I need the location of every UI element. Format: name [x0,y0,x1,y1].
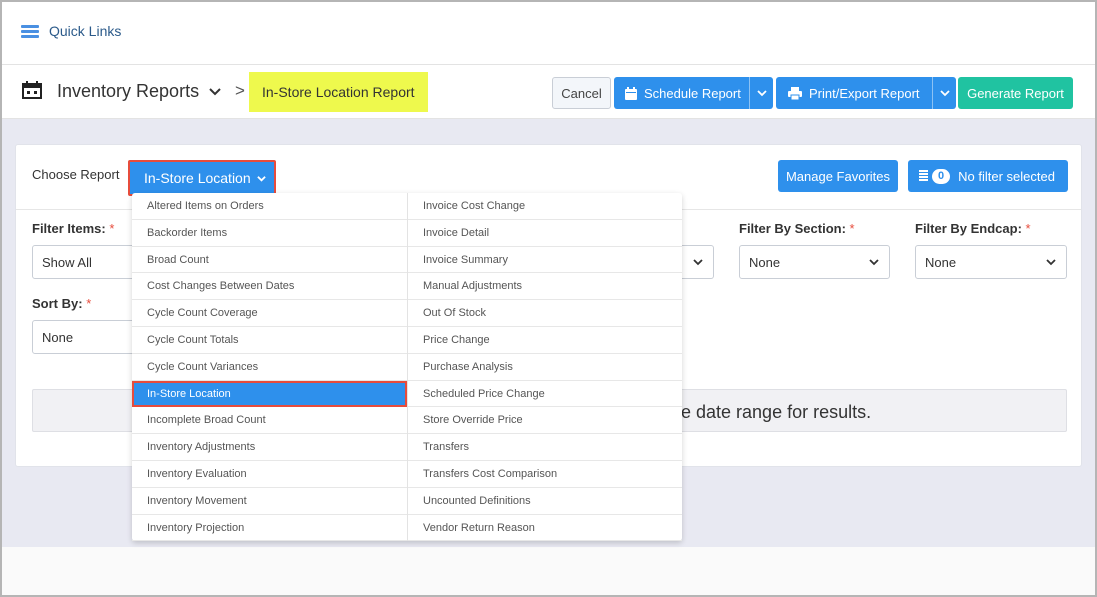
filter-count-badge: 0 [932,168,951,184]
report-header: Inventory Reports > In-Store Location Re… [2,65,1095,119]
filter-items-select[interactable]: Show All [32,245,142,279]
dropdown-column-right: Invoice Cost Change Invoice Detail Invoice… [407,193,682,542]
chevron-down-icon [756,90,767,97]
dropdown-item[interactable]: Transfers [408,434,682,461]
calendar-icon [625,86,637,100]
dropdown-item[interactable]: Cycle Count Variances [132,354,407,381]
chevron-down-icon [869,259,879,266]
quick-links-bar: Quick Links [2,2,1095,65]
dropdown-item[interactable]: Inventory Adjustments [132,434,407,461]
dropdown-item[interactable]: Vendor Return Reason [408,515,682,542]
app-frame: Quick Links Inventory Reports > In-Store… [0,0,1097,597]
choose-report-label: Choose Report [32,167,120,182]
dropdown-item[interactable]: Invoice Detail [408,220,682,247]
dropdown-item[interactable]: Incomplete Broad Count [132,407,407,435]
generate-report-button[interactable]: Generate Report [958,77,1073,109]
filter-list-icon [919,170,928,181]
filter-endcap-select[interactable]: None [915,245,1067,279]
chevron-down-icon [693,259,703,266]
filter-items-label: Filter Items: * [32,221,115,236]
dropdown-item[interactable]: Broad Count [132,247,407,274]
dropdown-item[interactable]: Cycle Count Totals [132,327,407,354]
sort-by-label: Sort By: * [32,296,92,311]
dropdown-item[interactable]: Invoice Cost Change [408,193,682,220]
dropdown-item[interactable]: Altered Items on Orders [132,193,407,220]
current-report-title: In-Store Location Report [249,72,428,112]
filter-section-label: Filter By Section: * [739,221,855,236]
dropdown-column-left: Altered Items on Orders Backorder Items Br… [132,193,407,542]
chevron-down-icon [1046,259,1056,266]
dropdown-item[interactable]: Out Of Stock [408,300,682,327]
dropdown-item[interactable]: Scheduled Price Change [408,381,682,408]
dropdown-item[interactable]: Transfers Cost Comparison [408,461,682,488]
hamburger-icon[interactable] [21,25,39,39]
dropdown-item[interactable]: Store Override Price [408,407,682,435]
cancel-button[interactable]: Cancel [552,77,611,109]
filter-selection-button[interactable]: 0 No filter selected [908,160,1068,192]
chevron-down-icon[interactable] [207,83,223,99]
quick-links-label[interactable]: Quick Links [49,23,121,39]
section-title[interactable]: Inventory Reports [57,81,199,102]
dropdown-item[interactable]: Inventory Movement [132,488,407,515]
dropdown-item[interactable]: Cycle Count Coverage [132,300,407,327]
schedule-report-button[interactable]: Schedule Report [614,77,773,109]
sort-by-select[interactable]: None [32,320,142,354]
dropdown-item[interactable]: Manual Adjustments [408,273,682,301]
schedule-dropdown-toggle[interactable] [749,77,773,109]
calendar-grid-icon [22,81,42,99]
dropdown-item[interactable]: Invoice Summary [408,247,682,274]
dropdown-item[interactable]: Uncounted Definitions [408,488,682,515]
dropdown-item[interactable]: In-Store Location [132,380,407,408]
chevron-down-icon [256,175,266,182]
dropdown-item[interactable]: Price Change [408,327,682,354]
report-dropdown-menu: Altered Items on Orders Backorder Items Br… [132,193,682,542]
dropdown-item[interactable]: Purchase Analysis [408,354,682,381]
footer-area [2,547,1095,595]
result-message: e date range for results. [681,402,872,422]
print-dropdown-toggle[interactable] [932,77,956,109]
filter-endcap-label: Filter By Endcap: * [915,221,1031,236]
chevron-down-icon [939,90,950,97]
manage-favorites-button[interactable]: Manage Favorites [778,160,898,192]
choose-report-dropdown[interactable]: In-Store Location [128,160,276,196]
dropdown-item[interactable]: Backorder Items [132,220,407,247]
breadcrumb-separator: > [235,81,245,100]
dropdown-item[interactable]: Cost Changes Between Dates [132,273,407,301]
dropdown-item[interactable]: Inventory Evaluation [132,461,407,488]
print-export-button[interactable]: Print/Export Report [776,77,956,109]
printer-icon [788,86,802,100]
dropdown-item[interactable]: Inventory Projection [132,515,407,542]
filter-section-select[interactable]: None [739,245,890,279]
